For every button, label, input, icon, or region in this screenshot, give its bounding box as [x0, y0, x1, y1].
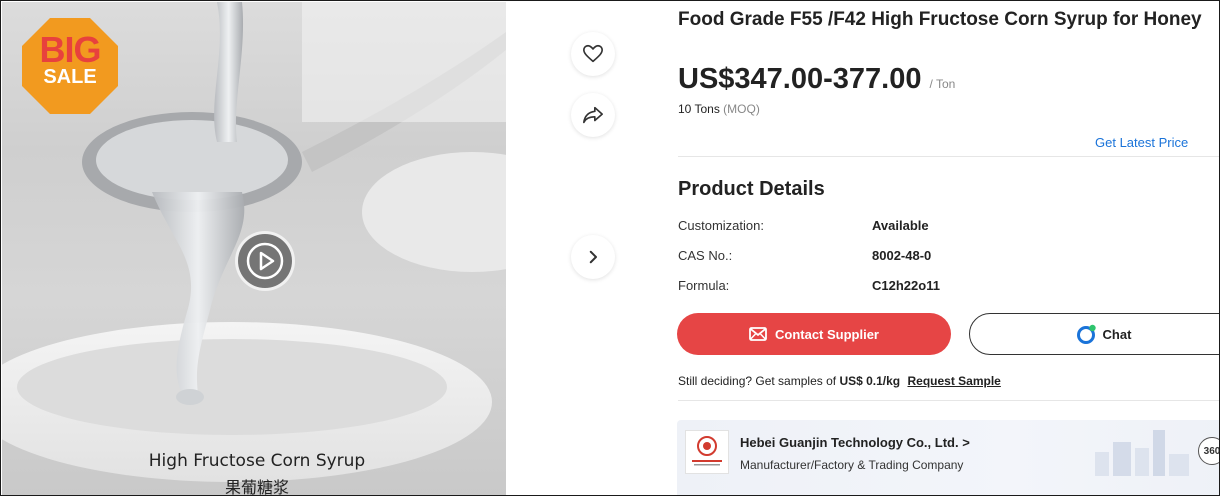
building-illustration-icon — [1095, 430, 1189, 476]
spec-label-cas: CAS No.: — [678, 248, 733, 263]
play-icon — [246, 242, 284, 280]
sample-offer: Still deciding? Get samples of US$ 0.1/k… — [678, 374, 1001, 388]
supplier-name-link[interactable]: Hebei Guanjin Technology Co., Ltd. > — [740, 435, 970, 450]
big-sale-text: BIG SALE — [22, 29, 118, 88]
chevron-right-icon — [589, 250, 597, 264]
spec-value-formula: C12h22o11 — [872, 278, 940, 293]
supplier-chevron: > — [962, 435, 970, 450]
product-page: BIG SALE High Fructose Corn Syrup 果葡糖浆 F… — [0, 0, 1220, 496]
spec-label-customization: Customization: — [678, 218, 764, 233]
play-video-button[interactable] — [235, 231, 295, 291]
contact-supplier-button[interactable]: Contact Supplier — [677, 313, 951, 355]
price-unit: / Ton — [929, 77, 956, 91]
moq-value: 10 Tons — [678, 102, 720, 116]
view-360-button[interactable]: 360 — [1198, 437, 1220, 465]
product-media[interactable]: BIG SALE High Fructose Corn Syrup 果葡糖浆 — [2, 2, 506, 496]
divider — [678, 156, 1219, 157]
spec-value-customization: Available — [872, 218, 929, 233]
contact-supplier-label: Contact Supplier — [774, 326, 879, 342]
badge-big-label: BIG — [39, 29, 101, 70]
supplier-business-type: Manufacturer/Factory & Trading Company — [740, 458, 964, 472]
image-caption-chinese: 果葡糖浆 — [224, 478, 289, 496]
product-details-heading: Product Details — [678, 178, 825, 200]
product-title: Food Grade F55 /F42 High Fructose Corn S… — [678, 9, 1202, 30]
heart-icon — [583, 44, 603, 63]
image-caption-english: High Fructose Corn Syrup — [148, 451, 366, 471]
favorite-button[interactable] — [571, 32, 615, 76]
price-value: US$347.00-377.00 — [678, 63, 922, 95]
get-latest-price-link[interactable]: Get Latest Price — [1095, 135, 1188, 150]
sample-price: US$ 0.1/kg — [839, 374, 901, 388]
minimum-order-quantity: 10 Tons (MOQ) — [678, 102, 760, 116]
next-image-button[interactable] — [571, 235, 615, 279]
divider — [678, 400, 1219, 401]
spec-value-cas: 8002-48-0 — [872, 248, 932, 263]
supplier-logo — [685, 430, 729, 474]
view-360-label: 360 — [1203, 445, 1220, 457]
chat-button[interactable]: Chat — [969, 313, 1219, 355]
share-icon — [583, 106, 603, 124]
request-sample-link[interactable]: Request Sample — [907, 374, 1000, 388]
moq-tag: (MOQ) — [723, 102, 760, 116]
badge-sale-label: SALE — [43, 66, 97, 88]
price-range: US$347.00-377.00 / Ton — [678, 63, 955, 96]
supplier-name: Hebei Guanjin Technology Co., Ltd. — [740, 435, 959, 450]
chat-icon — [1076, 324, 1096, 344]
mail-icon — [749, 327, 767, 341]
company-logo-icon — [692, 436, 722, 466]
supplier-card[interactable]: Hebei Guanjin Technology Co., Ltd. > Man… — [677, 420, 1220, 495]
sample-offer-text: Still deciding? Get samples of — [678, 374, 837, 388]
spec-label-formula: Formula: — [678, 278, 730, 293]
share-button[interactable] — [571, 93, 615, 137]
chat-label: Chat — [1102, 326, 1132, 342]
